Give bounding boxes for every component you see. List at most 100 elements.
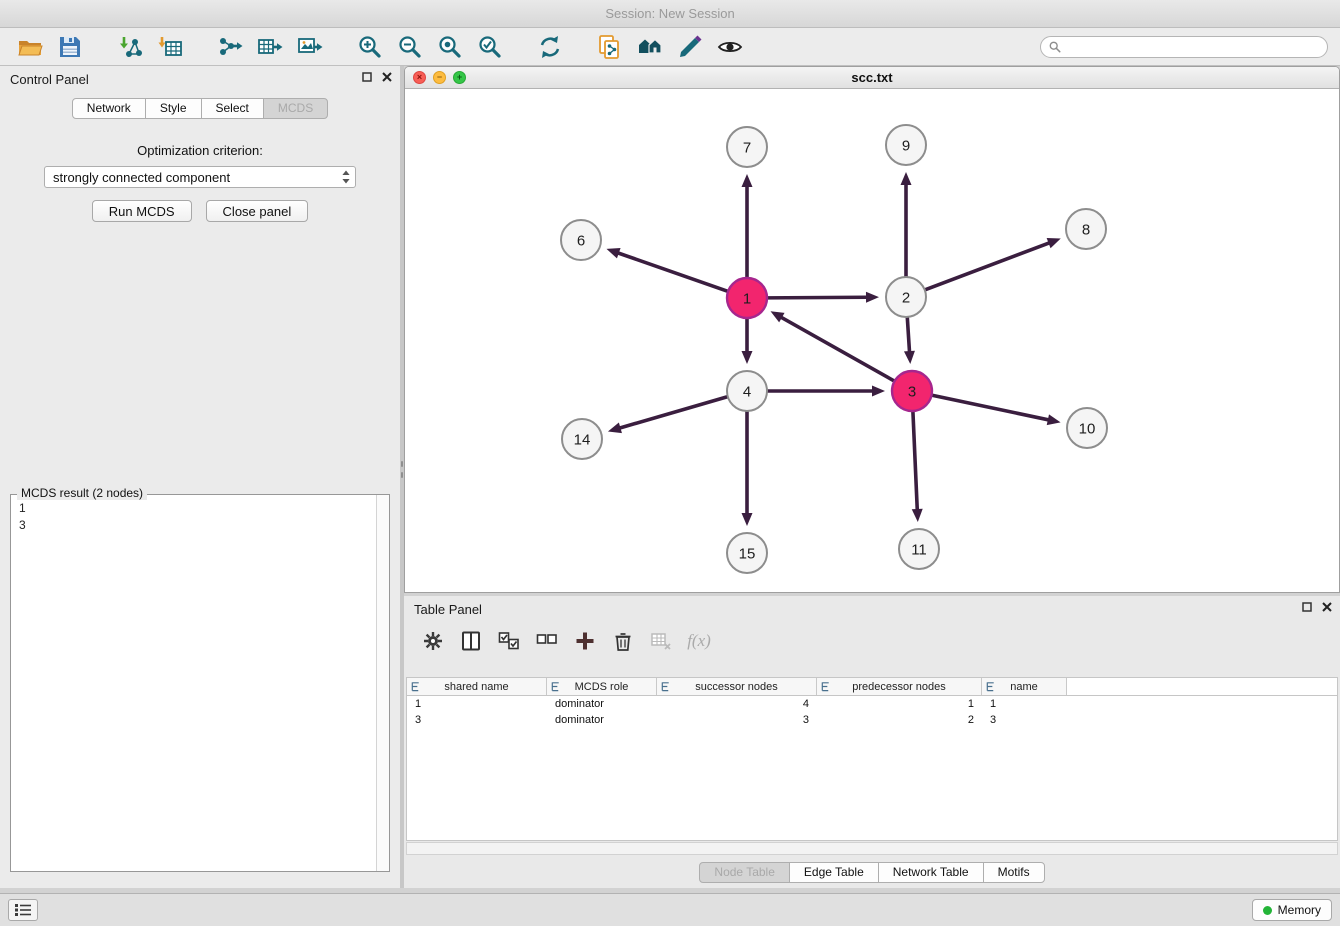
- save-session-icon: [57, 34, 83, 60]
- optimization-criterion-select[interactable]: strongly connected component: [44, 166, 356, 188]
- tab-edge-table[interactable]: Edge Table: [789, 862, 879, 883]
- column-sort-icon: [550, 681, 561, 692]
- table-horizontal-scrollbar[interactable]: [406, 842, 1338, 855]
- close-panel-icon[interactable]: [382, 72, 392, 82]
- add-row-button[interactable]: [570, 626, 600, 656]
- column-header-predecessor-nodes[interactable]: predecessor nodes: [817, 678, 982, 695]
- show-graphics-button[interactable]: [710, 31, 750, 63]
- panel-list-button[interactable]: [8, 899, 38, 921]
- graph-node-6[interactable]: 6: [561, 220, 601, 260]
- close-table-panel-icon[interactable]: [1322, 602, 1332, 612]
- save-session-button[interactable]: [50, 31, 90, 63]
- graph-edge-3-11[interactable]: [912, 411, 923, 522]
- graph-node-4[interactable]: 4: [727, 371, 767, 411]
- graph-edge-2-3[interactable]: [904, 317, 915, 364]
- search-box[interactable]: [1040, 36, 1328, 58]
- export-image-button[interactable]: [290, 31, 330, 63]
- minimize-window-button[interactable]: −: [433, 71, 446, 84]
- result-scrollbar[interactable]: [376, 495, 389, 871]
- float-panel-icon[interactable]: [362, 72, 372, 82]
- mcds-result-value: 1: [11, 500, 389, 517]
- close-window-button[interactable]: ×: [413, 71, 426, 84]
- graph-node-3[interactable]: 3: [892, 371, 932, 411]
- export-network-button[interactable]: [210, 31, 250, 63]
- tab-network-table[interactable]: Network Table: [878, 862, 984, 883]
- open-folder-button[interactable]: [10, 31, 50, 63]
- tab-select[interactable]: Select: [201, 98, 264, 119]
- graph-edge-4-3[interactable]: [767, 386, 885, 397]
- graph-node-8[interactable]: 8: [1066, 209, 1106, 249]
- svg-text:7: 7: [743, 139, 751, 156]
- graph-edge-2-9[interactable]: [901, 172, 912, 277]
- columns-button[interactable]: [456, 626, 486, 656]
- column-header-shared-name[interactable]: shared name: [407, 678, 547, 695]
- export-network-icon: [217, 34, 243, 60]
- table-toolbar: f(x): [418, 622, 714, 660]
- svg-text:11: 11: [911, 541, 927, 558]
- tab-mcds[interactable]: MCDS: [263, 98, 328, 119]
- run-mcds-button[interactable]: Run MCDS: [92, 200, 192, 222]
- graph-edge-1-2[interactable]: [767, 292, 879, 303]
- import-network-icon: [117, 34, 143, 60]
- graph-node-2[interactable]: 2: [886, 277, 926, 317]
- tab-motifs[interactable]: Motifs: [983, 862, 1045, 883]
- graph-node-11[interactable]: 11: [899, 529, 939, 569]
- import-network-button[interactable]: [110, 31, 150, 63]
- graph-edge-4-15[interactable]: [742, 411, 753, 526]
- zoom-selected-button[interactable]: [470, 31, 510, 63]
- graph-edge-1-4[interactable]: [742, 318, 753, 364]
- float-table-panel-icon[interactable]: [1302, 602, 1312, 612]
- clipboard-network-button[interactable]: [590, 31, 630, 63]
- graph-node-1[interactable]: 1: [727, 278, 767, 318]
- zoom-out-button[interactable]: [390, 31, 430, 63]
- column-header-MCDS-role[interactable]: MCDS role: [547, 678, 657, 695]
- column-header-label: successor nodes: [695, 681, 778, 693]
- zoom-fit-button[interactable]: [430, 31, 470, 63]
- close-panel-button[interactable]: Close panel: [206, 200, 309, 222]
- column-header-name[interactable]: name: [982, 678, 1067, 695]
- svg-text:2: 2: [902, 289, 910, 306]
- graph-node-9[interactable]: 9: [886, 125, 926, 165]
- mcds-result-title: MCDS result (2 nodes): [17, 486, 147, 500]
- graph-edge-1-7[interactable]: [742, 174, 753, 278]
- graph-edge-3-1[interactable]: [771, 311, 895, 381]
- zoom-selected-icon: [477, 34, 503, 60]
- graph-node-10[interactable]: 10: [1067, 408, 1107, 448]
- select-all-button[interactable]: [494, 626, 524, 656]
- column-sort-icon: [985, 681, 996, 692]
- search-input[interactable]: [1066, 40, 1319, 54]
- clear-selection-button[interactable]: [532, 626, 562, 656]
- table-row[interactable]: 3dominator323: [407, 712, 1337, 728]
- memory-button[interactable]: Memory: [1252, 899, 1332, 921]
- zoom-window-button[interactable]: +: [453, 71, 466, 84]
- tab-network[interactable]: Network: [72, 98, 146, 119]
- graph-node-15[interactable]: 15: [727, 533, 767, 573]
- import-table-button[interactable]: [150, 31, 190, 63]
- delete-table-button: [646, 626, 676, 656]
- refresh-view-button[interactable]: [530, 31, 570, 63]
- table-cell: 3: [657, 714, 817, 726]
- graph-edge-3-10[interactable]: [932, 395, 1061, 425]
- tab-style[interactable]: Style: [145, 98, 202, 119]
- graph-node-7[interactable]: 7: [727, 127, 767, 167]
- column-header-successor-nodes[interactable]: successor nodes: [657, 678, 817, 695]
- network-canvas[interactable]: 7 9 6 8 1 2 4 3 14 10 15 11: [405, 89, 1339, 592]
- gear-button[interactable]: [418, 626, 448, 656]
- graph-edge-1-6[interactable]: [606, 248, 728, 291]
- zoom-in-button[interactable]: [350, 31, 390, 63]
- export-table-button[interactable]: [250, 31, 290, 63]
- table-row[interactable]: 1dominator411: [407, 696, 1337, 712]
- refresh-view-icon: [537, 34, 563, 60]
- graph-node-14[interactable]: 14: [562, 419, 602, 459]
- neighbors-button[interactable]: [630, 31, 670, 63]
- tab-node-table[interactable]: Node Table: [699, 862, 790, 883]
- columns-icon: [460, 630, 482, 652]
- visual-style-button[interactable]: [670, 31, 710, 63]
- list-icon: [15, 904, 31, 916]
- main-toolbar: [0, 28, 1340, 66]
- graph-edge-4-14[interactable]: [608, 397, 728, 434]
- optimization-criterion-label: Optimization criterion:: [0, 143, 400, 158]
- control-panel-tabs: NetworkStyleSelectMCDS: [0, 98, 400, 119]
- delete-row-button[interactable]: [608, 626, 638, 656]
- graph-edge-2-8[interactable]: [925, 238, 1061, 290]
